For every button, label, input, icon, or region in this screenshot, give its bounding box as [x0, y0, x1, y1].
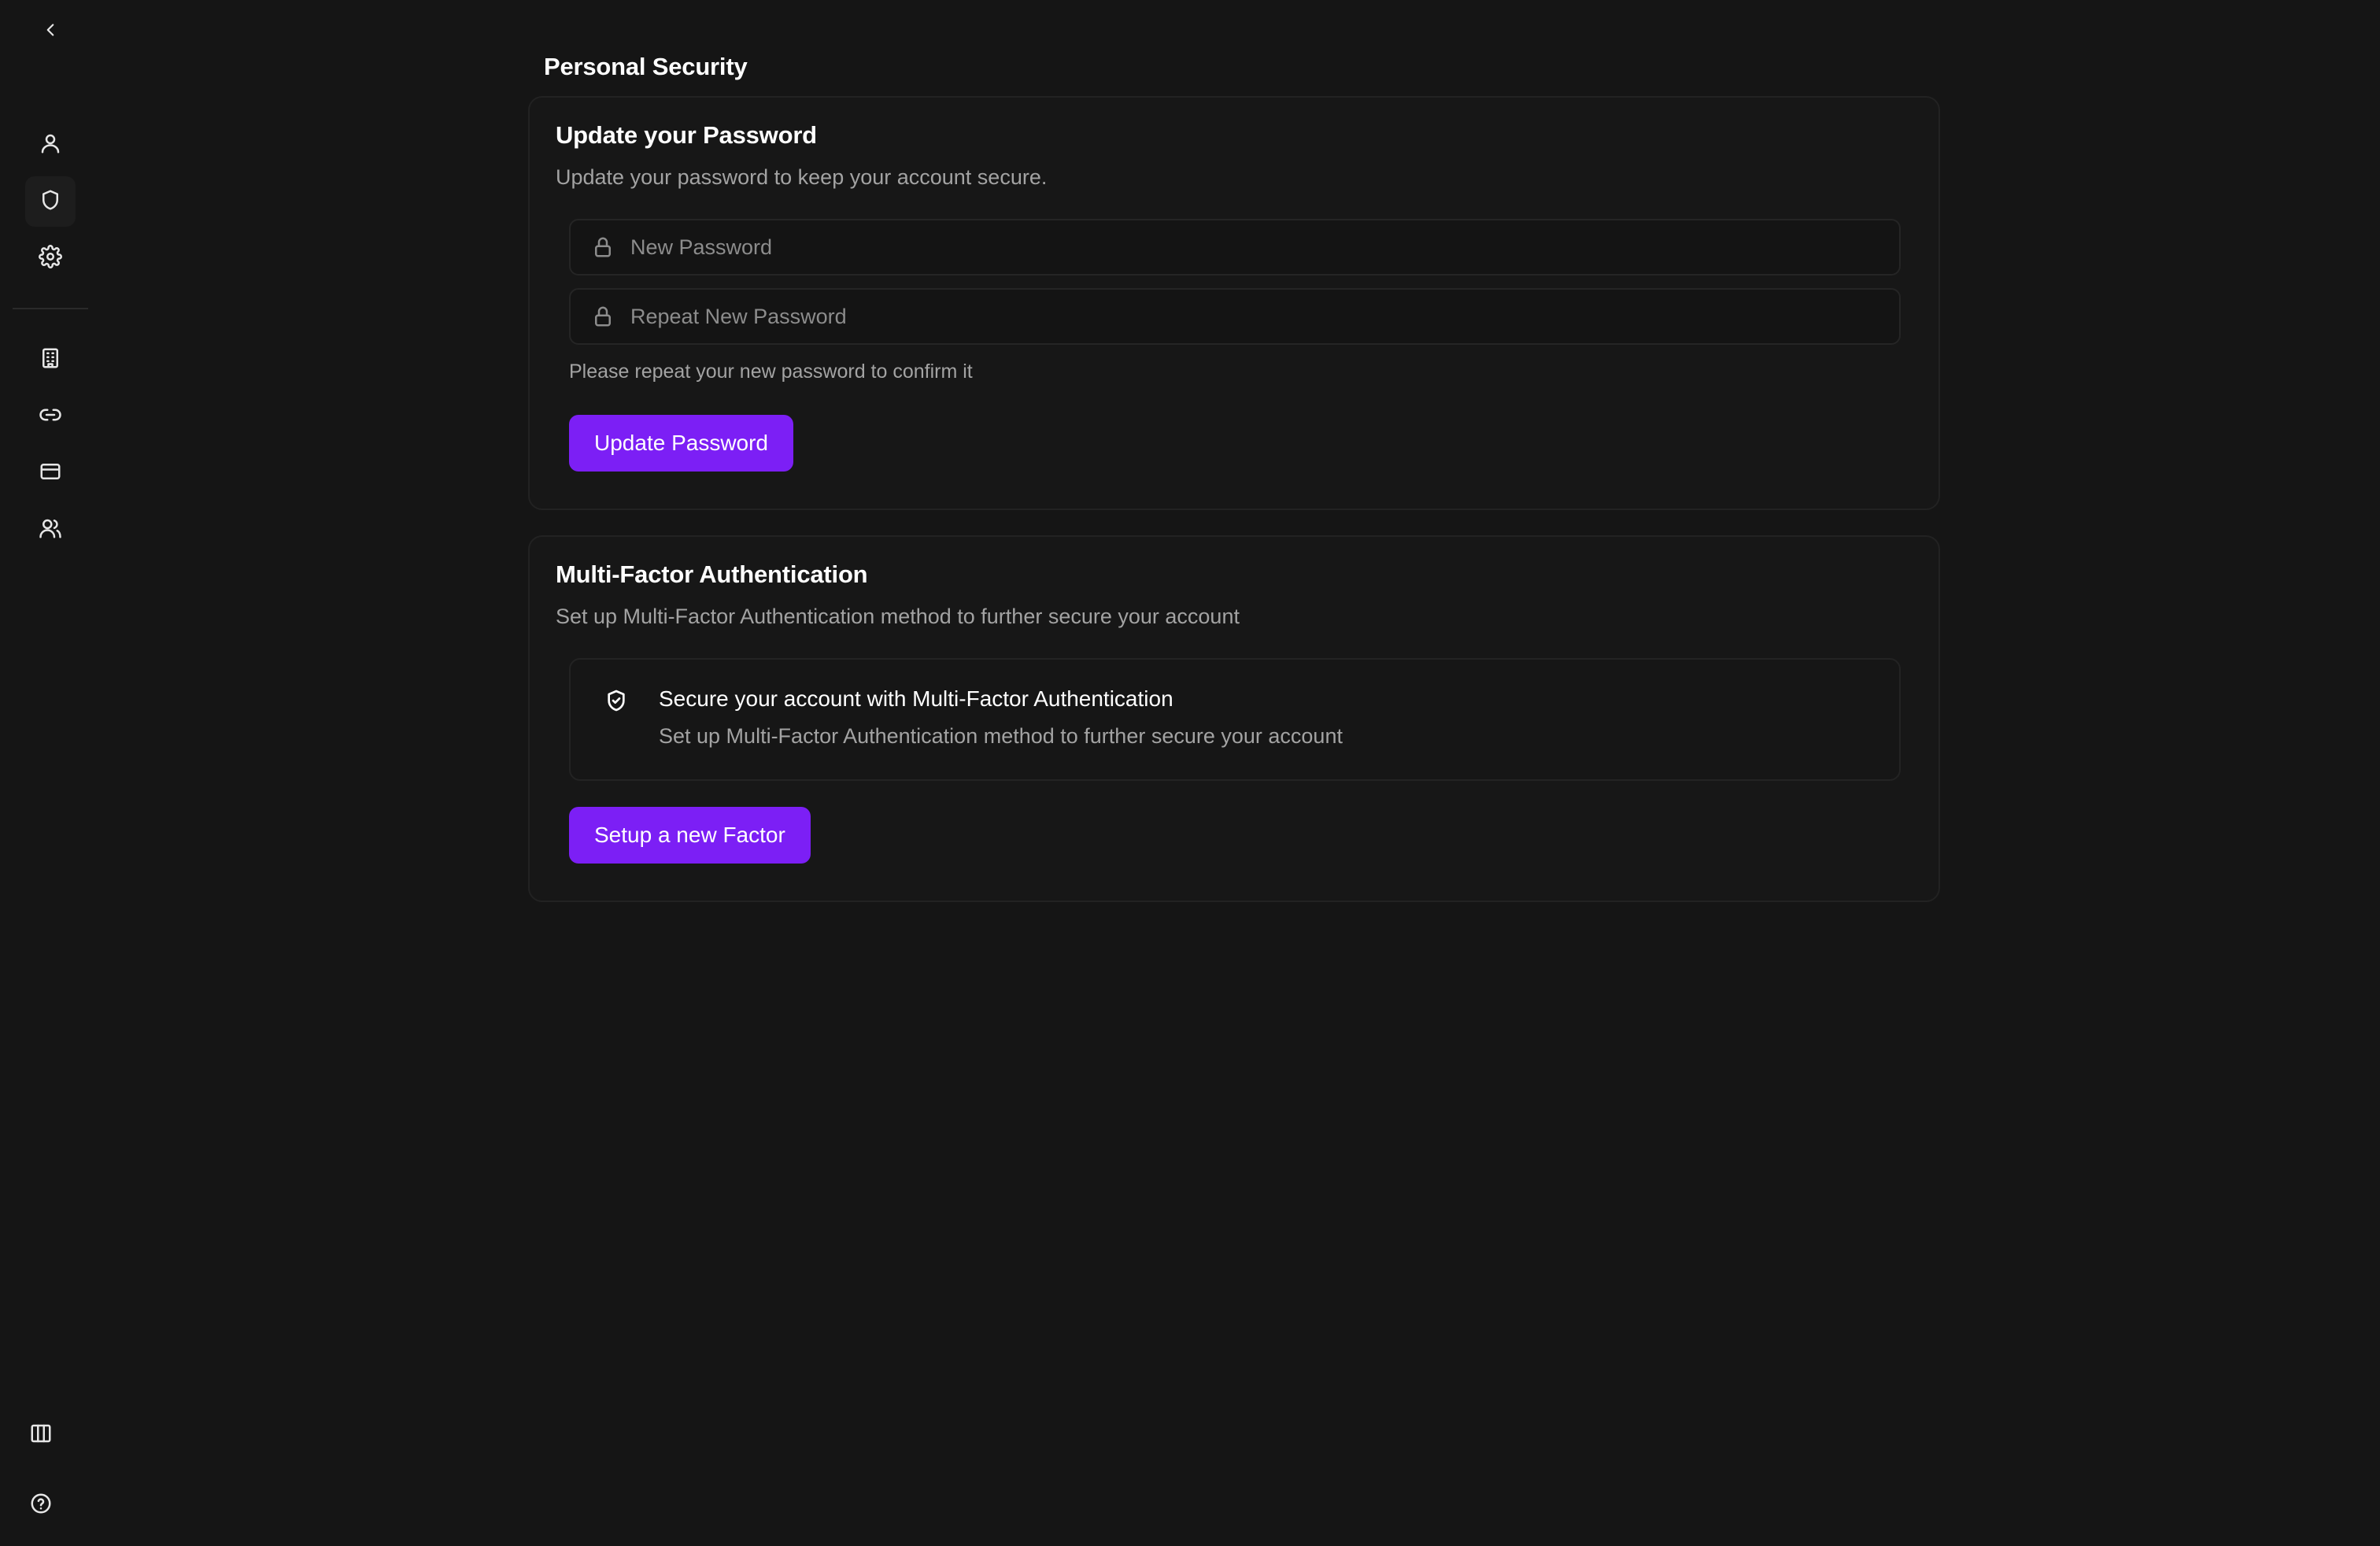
sidebar-item-settings[interactable] — [25, 233, 76, 283]
credit-card-icon — [39, 460, 62, 487]
card-title: Multi-Factor Authentication — [556, 560, 868, 588]
update-password-card: Update your Password Update your passwor… — [528, 96, 1940, 510]
repeat-password-input[interactable] — [629, 303, 1899, 330]
sidebar-item-security[interactable] — [25, 176, 76, 227]
card-title: Update your Password — [556, 121, 817, 149]
mfa-card: Multi-Factor Authentication Set up Multi… — [528, 535, 1940, 902]
repeat-password-field[interactable] — [569, 288, 1901, 345]
layout-toggle-button[interactable] — [16, 1410, 66, 1460]
update-password-button[interactable]: Update Password — [569, 415, 794, 472]
mfa-notice-description: Set up Multi-Factor Authentication metho… — [659, 724, 1343, 748]
lock-icon — [591, 235, 615, 259]
sidebar-item-organization[interactable] — [25, 335, 76, 385]
card-description: Update your password to keep your accoun… — [556, 165, 1048, 189]
lock-icon — [591, 305, 615, 328]
sidebar-item-members[interactable] — [25, 505, 76, 555]
columns-icon — [29, 1422, 53, 1449]
mfa-notice-title: Secure your account with Multi-Factor Au… — [659, 686, 1173, 711]
chevron-left-icon — [40, 20, 61, 44]
card-description: Set up Multi-Factor Authentication metho… — [556, 605, 1240, 628]
gear-icon — [39, 244, 62, 272]
setup-new-factor-button[interactable]: Setup a new Factor — [569, 807, 811, 864]
new-password-input[interactable] — [629, 234, 1899, 261]
shield-icon — [39, 188, 62, 216]
mfa-notice: Secure your account with Multi-Factor Au… — [569, 658, 1901, 781]
help-button[interactable] — [16, 1480, 66, 1530]
sidebar-item-links[interactable] — [25, 391, 76, 442]
building-icon — [39, 346, 62, 374]
sidebar-item-billing[interactable] — [25, 448, 76, 498]
collapse-sidebar-button[interactable] — [25, 6, 76, 57]
new-password-field[interactable] — [569, 219, 1901, 276]
link-icon — [39, 403, 62, 431]
help-circle-icon — [29, 1492, 53, 1519]
sidebar-item-profile[interactable] — [25, 120, 76, 170]
page-title: Personal Security — [544, 52, 748, 80]
user-icon — [39, 131, 62, 159]
sidebar-divider — [13, 308, 88, 309]
shield-check-icon — [604, 688, 629, 713]
repeat-password-helper-text: Please repeat your new password to confi… — [569, 361, 973, 383]
sidebar — [0, 0, 101, 1546]
users-icon — [39, 516, 62, 544]
